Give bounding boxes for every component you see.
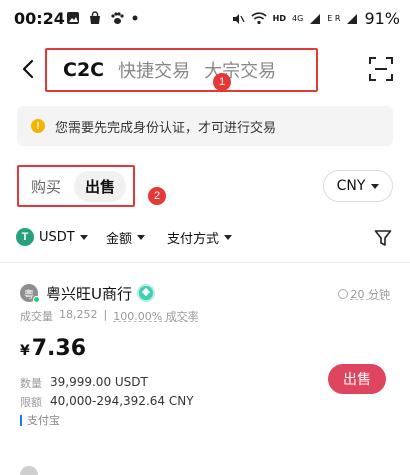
signal-2-label: E R [327, 14, 341, 23]
signal-icon-2 [347, 13, 358, 24]
quantity-label: 数量 [20, 377, 42, 390]
status-right: HD 4G E R 91% [231, 9, 400, 28]
annotation-marker-1: 1 [213, 73, 231, 91]
status-time: 00:24 [14, 9, 65, 28]
pay-time-value: 20 分钟 [350, 288, 391, 301]
bag-icon [90, 11, 100, 24]
quantity-value: 39,999.00 USDT [50, 375, 148, 389]
quantity-row: 数量 39,999.00 USDT [20, 375, 148, 391]
currency-value: CNY [336, 178, 366, 194]
alipay-color-bar [20, 414, 22, 426]
merchant-name[interactable]: 粤兴旺U商行 [46, 283, 132, 304]
warning-icon: ! [31, 119, 45, 133]
tab-quick-trade[interactable]: 快捷交易 [118, 57, 190, 83]
image-icon [67, 12, 79, 24]
caret-down-icon [79, 234, 88, 240]
volume-label: 成交量 [20, 310, 53, 323]
chevron-left-icon [22, 59, 34, 79]
paw-icon [111, 12, 124, 24]
listing-card[interactable]: 粤 粤兴旺U商行 20 分钟 成交量 18,252 | 100.00% 成交率 … [0, 274, 410, 454]
pay-time: 20 分钟 [337, 286, 391, 302]
caret-down-icon [224, 235, 233, 240]
notification-icons [66, 11, 138, 25]
volume-value: 18,252 [59, 308, 98, 321]
sell-button[interactable]: 出售 [328, 364, 386, 394]
caret-down-icon [371, 183, 380, 189]
signal-1-label: 4G [291, 14, 304, 23]
limit-value: 40,000-294,392.64 CNY [50, 394, 194, 408]
scan-icon [369, 57, 393, 81]
trade-side-toggle: 购买 出售 [17, 165, 135, 207]
amount-filter-label: 金额 [106, 232, 133, 247]
dot-icon [132, 15, 138, 21]
limit-label: 限额 [20, 396, 42, 409]
annotation-marker-2: 2 [148, 187, 166, 205]
currency-symbol: ¥ [20, 343, 30, 359]
mute-icon [232, 13, 245, 24]
coin-filter[interactable]: T USDT [16, 228, 88, 246]
trade-type-tabs: C2C 快捷交易 大宗交易 [45, 48, 318, 92]
currency-select[interactable]: CNY [323, 170, 393, 202]
tab-c2c[interactable]: C2C [63, 59, 104, 81]
completion-rate: 100.00% 成交率 [113, 310, 199, 323]
caret-down-icon [137, 235, 146, 240]
payment-method: 支付宝 [20, 412, 60, 428]
sell-tab[interactable]: 出售 [74, 170, 127, 202]
divider [0, 262, 410, 263]
battery-level: 91% [364, 9, 400, 28]
stats-separator: | [103, 308, 108, 321]
clock-icon [337, 289, 348, 299]
wifi-icon [251, 12, 267, 25]
trade-side-row: 购买 出售 2 CNY [0, 160, 410, 214]
signal-icon [310, 13, 321, 24]
hd-label: HD [272, 14, 286, 23]
online-status-dot [33, 296, 40, 303]
scan-button[interactable] [368, 56, 394, 82]
merchant-stats: 成交量 18,252 | 100.00% 成交率 [20, 308, 199, 324]
payment-filter[interactable]: 支付方式 [167, 228, 233, 247]
funnel-icon[interactable] [374, 229, 392, 247]
usdt-icon: T [16, 228, 34, 246]
price: ¥ 7.36 [20, 336, 86, 361]
amount-filter[interactable]: 金额 [106, 228, 146, 247]
payment-method-label: 支付宝 [27, 414, 60, 427]
back-button[interactable] [14, 54, 42, 84]
filter-bar: T USDT 金额 支付方式 [0, 224, 410, 254]
limit-row: 限额 40,000-294,392.64 CNY [20, 394, 194, 410]
buy-tab[interactable]: 购买 [24, 171, 68, 202]
verified-icon [137, 284, 155, 302]
payment-filter-label: 支付方式 [167, 232, 220, 247]
header: C2C 快捷交易 大宗交易 1 [0, 40, 410, 100]
next-listing-avatar [20, 466, 38, 475]
coin-filter-label: USDT [39, 229, 75, 245]
notice-text: 您需要先完成身份认证，才可进行交易 [55, 120, 277, 136]
verification-notice[interactable]: ! 您需要先完成身份认证，才可进行交易 [17, 106, 393, 146]
status-bar: 00:24 HD 4G E R 91% [0, 0, 410, 40]
price-value: 7.36 [31, 336, 87, 361]
